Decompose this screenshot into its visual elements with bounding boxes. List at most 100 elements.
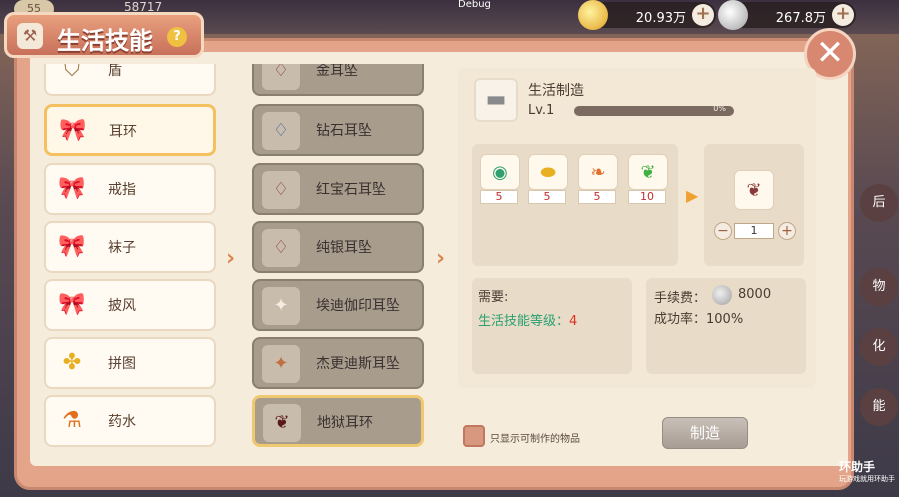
item-label: 杰更迪斯耳坠 xyxy=(316,356,400,372)
horn-icon[interactable]: ❦ xyxy=(734,170,774,210)
fee-label: 手续费： xyxy=(654,291,707,306)
category-item-socks[interactable]: 🎀 袜子 xyxy=(44,221,216,273)
item-row[interactable]: ♢ 红宝石耳坠 xyxy=(252,163,424,215)
filter-checkbox[interactable] xyxy=(463,425,485,447)
category-item-ring[interactable]: 🎀 戒指 xyxy=(44,163,216,215)
item-list: ♢ 金耳坠 ♢ 钻石耳坠 ♢ 红宝石耳坠 ♢ 纯银耳坠 ✦ 埃迪伽印耳坠 ✦ 杰… xyxy=(252,64,428,454)
material-slot[interactable]: ❧ 5 xyxy=(576,154,620,204)
anvil-icon: ▬ xyxy=(474,78,518,122)
feather-icon: ❧ xyxy=(578,154,618,190)
item-row[interactable]: ♢ 钻石耳坠 xyxy=(252,104,424,156)
success-rate: 成功率：100% xyxy=(654,312,744,327)
earring-icon: ♢ xyxy=(262,171,300,209)
bow-icon: 🎀 xyxy=(58,292,86,317)
earring-icon: ♢ xyxy=(262,229,300,267)
category-item-earring[interactable]: 🎀 耳环 xyxy=(44,104,216,156)
earring-icon: ♢ xyxy=(262,64,300,90)
side-button-3[interactable]: 化 xyxy=(860,328,898,366)
bow-icon: 🎀 xyxy=(59,118,87,143)
leaf-icon: ❦ xyxy=(628,154,668,190)
horn-icon: ❦ xyxy=(263,404,301,442)
ribbon-icon: ✦ xyxy=(262,345,300,383)
window-title-tab: ⚒ 生活技能 ? xyxy=(4,12,204,58)
item-label: 地狱耳环 xyxy=(317,415,373,431)
quantity-input[interactable]: 1 xyxy=(734,223,774,239)
chevron-right-icon: › xyxy=(226,246,236,271)
item-label: 埃迪伽印耳坠 xyxy=(316,298,400,314)
earring-icon: ♢ xyxy=(262,112,300,150)
requirement-title: 需要: xyxy=(478,290,509,305)
item-label: 红宝石耳坠 xyxy=(316,182,386,198)
category-item-cape[interactable]: 🎀 披风 xyxy=(44,279,216,331)
category-item-shield[interactable]: ⛉ 盾 xyxy=(44,64,216,96)
silver-currency: 267.8万 + xyxy=(718,0,856,30)
material-slot[interactable]: ◉ 5 xyxy=(478,154,522,204)
side-menu: 后 物 化 能 xyxy=(856,84,899,426)
chevron-right-icon: › xyxy=(436,246,446,271)
watermark-title: 环助手 xyxy=(839,460,876,474)
debug-label[interactable]: Debug xyxy=(458,0,491,10)
gold-currency: 20.93万 + xyxy=(578,0,716,30)
watermark-sub: 玩游戏就用环助手 xyxy=(839,475,895,483)
side-button-2[interactable]: 物 xyxy=(860,268,898,306)
category-list: ⛉ 盾 🎀 耳环 🎀 戒指 🎀 袜子 🎀 披风 ✤ 拼图 ⚗ 药水 xyxy=(44,64,220,454)
help-icon[interactable]: ? xyxy=(167,27,187,47)
category-label: 戒指 xyxy=(108,182,136,198)
category-label: 披风 xyxy=(108,298,136,314)
gold-ingot-icon: ⬬ xyxy=(528,154,568,190)
item-label: 金耳坠 xyxy=(316,64,358,79)
skill-icon: ⚒ xyxy=(17,23,43,49)
material-slot[interactable]: ❦ 10 xyxy=(626,154,670,204)
category-label: 耳环 xyxy=(109,124,137,140)
gold-amount: 20.93万 xyxy=(635,11,686,26)
puzzle-icon: ✤ xyxy=(62,350,82,375)
craft-skill-level: Lv.1 xyxy=(528,103,555,118)
silver-coin-icon xyxy=(718,0,748,30)
craft-skill-name: 生活制造 xyxy=(528,83,584,99)
make-button[interactable]: 制造 xyxy=(662,417,748,449)
item-label: 纯银耳坠 xyxy=(316,240,372,256)
item-row[interactable]: ✦ 杰更迪斯耳坠 xyxy=(252,337,424,389)
item-row[interactable]: ♢ 纯银耳坠 xyxy=(252,221,424,273)
add-gold-button[interactable]: + xyxy=(692,4,714,26)
item-row[interactable]: ✦ 埃迪伽印耳坠 xyxy=(252,279,424,331)
bow-icon: 🎀 xyxy=(58,234,86,259)
quantity-plus-button[interactable]: + xyxy=(778,222,796,240)
material-count: 5 xyxy=(480,190,518,204)
shield-icon: ⛉ xyxy=(63,64,81,82)
material-count: 10 xyxy=(628,190,666,204)
add-silver-button[interactable]: + xyxy=(832,4,854,26)
arrow-right-icon: ▶ xyxy=(686,186,699,205)
silver-coin-icon xyxy=(712,285,732,305)
category-item-puzzle[interactable]: ✤ 拼图 xyxy=(44,337,216,389)
filter-label: 只显示可制作的物品 xyxy=(490,434,580,445)
material-slot[interactable]: ⬬ 5 xyxy=(526,154,570,204)
category-label: 拼图 xyxy=(108,356,136,372)
side-button-1[interactable]: 后 xyxy=(860,184,898,222)
item-label: 钻石耳坠 xyxy=(316,123,372,139)
requirement-label: 生活技能等级： xyxy=(478,314,570,329)
level-progress-bar: 0% xyxy=(574,104,734,116)
material-count: 5 xyxy=(578,190,616,204)
orb-icon: ◉ xyxy=(480,154,520,190)
watermark-logo: 环助手 玩游戏就用环助手 xyxy=(803,452,895,492)
material-count: 5 xyxy=(528,190,566,204)
window-title: 生活技能 xyxy=(57,27,153,55)
requirement-text: 生活技能等级：4 xyxy=(478,310,577,329)
silver-amount: 267.8万 xyxy=(775,11,826,26)
quantity-minus-button[interactable]: − xyxy=(714,222,732,240)
side-button-4[interactable]: 能 xyxy=(860,388,898,426)
category-label: 盾 xyxy=(108,64,122,79)
gold-coin-icon xyxy=(578,0,608,30)
item-row[interactable]: ❦ 地狱耳环 xyxy=(252,395,424,447)
category-label: 袜子 xyxy=(108,240,136,256)
potion-icon: ⚗ xyxy=(62,408,82,433)
fee-value: 8000 xyxy=(738,287,772,302)
category-item-potion[interactable]: ⚗ 药水 xyxy=(44,395,216,447)
bow-icon: 🎀 xyxy=(58,176,86,201)
requirement-value: 4 xyxy=(569,314,578,329)
category-label: 药水 xyxy=(108,414,136,430)
level-progress-text: 0% xyxy=(713,104,726,113)
ribbon-icon: ✦ xyxy=(262,287,300,325)
item-row[interactable]: ♢ 金耳坠 xyxy=(252,64,424,96)
